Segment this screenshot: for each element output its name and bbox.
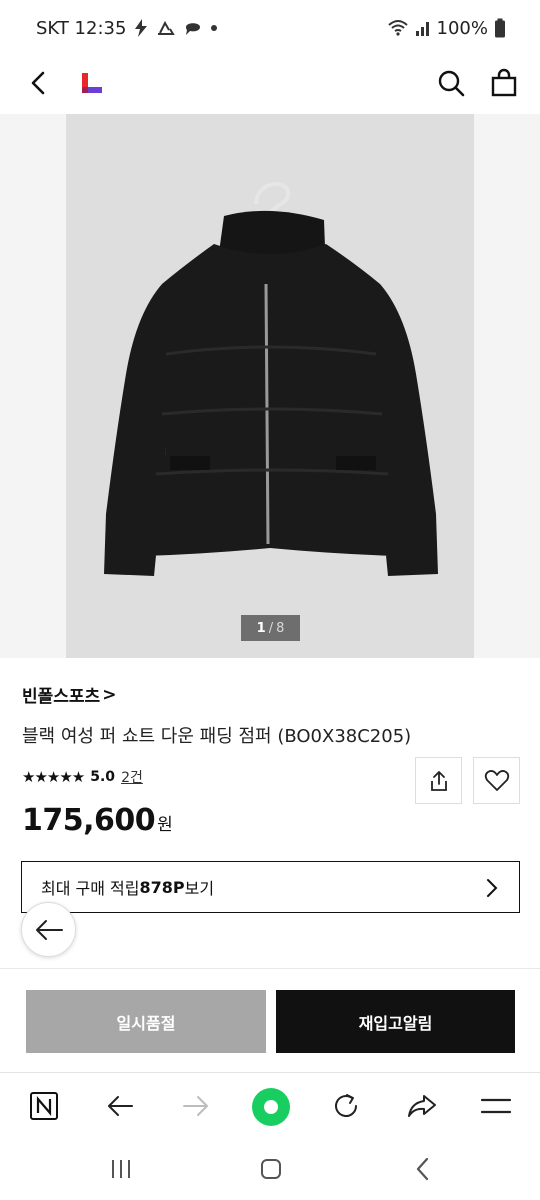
points-amount: 878P <box>139 877 185 897</box>
product-photo[interactable] <box>66 114 474 658</box>
browser-toolbar <box>0 1072 540 1136</box>
flash-icon <box>135 19 148 37</box>
status-bar: SKT 12:35 100% <box>0 0 540 56</box>
refresh-icon[interactable] <box>329 1089 363 1123</box>
menu-icon[interactable] <box>479 1089 513 1123</box>
chevron-right-icon <box>487 879 498 897</box>
system-back-icon[interactable] <box>410 1156 436 1182</box>
search-icon[interactable] <box>436 68 466 98</box>
floating-back-button[interactable] <box>21 902 76 957</box>
divider <box>0 968 540 969</box>
heart-icon <box>484 769 509 791</box>
brand-chevron-icon: > <box>102 684 117 705</box>
recent-apps-icon[interactable] <box>108 1156 134 1182</box>
arrow-left-icon <box>35 919 63 940</box>
rating-row: ★★★★★ 5.0 2건 <box>22 767 143 787</box>
naver-home-icon[interactable] <box>27 1089 61 1123</box>
black-down-jacket-illustration <box>104 182 438 576</box>
gallery-separator: / <box>268 620 274 636</box>
recycle-icon <box>158 20 176 35</box>
share-icon <box>430 770 447 791</box>
browser-forward-icon[interactable] <box>179 1089 213 1123</box>
brand-logo-icon[interactable] <box>80 71 106 97</box>
wifi-icon <box>387 20 408 36</box>
price-value: 175,600 <box>22 803 156 838</box>
gallery-current-page: 1 <box>256 620 266 636</box>
share-arrow-icon[interactable] <box>405 1089 439 1123</box>
battery-percent: 100% <box>436 17 488 39</box>
signal-icon <box>415 22 429 36</box>
battery-icon <box>495 18 505 38</box>
browser-back-icon[interactable] <box>103 1089 137 1123</box>
price-currency: 원 <box>157 815 173 835</box>
back-arrow-icon[interactable] <box>22 66 56 100</box>
rating-score: 5.0 <box>90 769 116 785</box>
restock-notify-button[interactable]: 재입고알림 <box>276 990 515 1053</box>
dot-icon <box>211 25 218 31</box>
points-prefix: 최대 구매 적립 <box>41 879 140 898</box>
review-count-link[interactable]: 2건 <box>121 767 143 787</box>
star-rating-icon: ★★★★★ <box>22 768 85 786</box>
carrier-time: SKT 12:35 <box>36 17 127 39</box>
app-header <box>0 56 540 114</box>
brand-name: 빈폴스포츠 <box>22 687 101 707</box>
product-price: 175,600 원 <box>22 803 173 838</box>
max-points-button[interactable]: 최대 구매 적립 878P 보기 <box>21 861 520 913</box>
system-navigation-bar <box>0 1136 540 1200</box>
product-gallery[interactable]: 1 / 8 <box>0 114 540 658</box>
naver-green-dot-icon[interactable] <box>251 1087 291 1127</box>
shopping-bag-icon[interactable] <box>489 68 519 98</box>
sold-out-button: 일시품절 <box>26 990 266 1053</box>
points-suffix: 보기 <box>184 879 215 898</box>
gallery-total-pages: 8 <box>276 620 285 636</box>
gallery-page-indicator: 1 / 8 <box>241 615 300 641</box>
brand-link[interactable]: 빈폴스포츠 > <box>22 682 117 708</box>
chat-bubble-icon <box>186 23 201 35</box>
product-title: 블랙 여성 퍼 쇼트 다운 패딩 점퍼 (BO0X38C205) <box>22 726 412 747</box>
wishlist-button[interactable] <box>473 757 520 804</box>
share-button[interactable] <box>415 757 462 804</box>
home-icon[interactable] <box>258 1156 284 1182</box>
